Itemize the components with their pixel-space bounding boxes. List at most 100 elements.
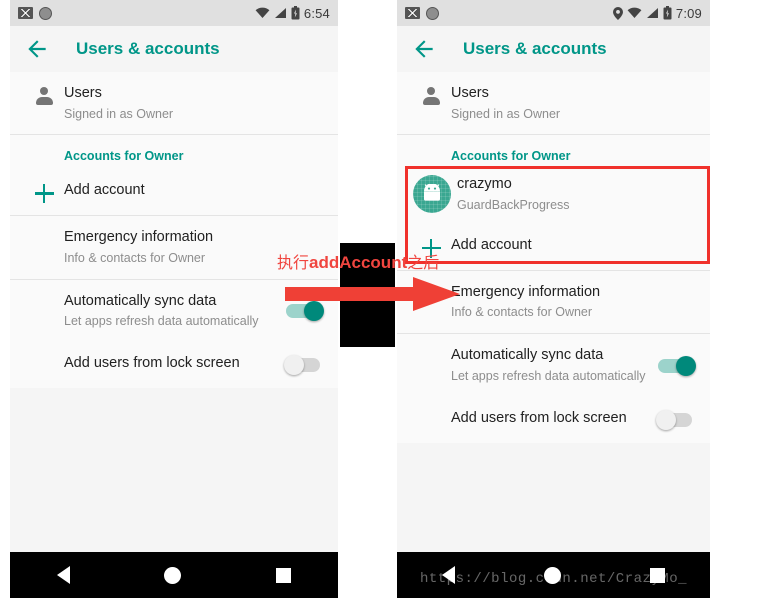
users-section: Users Signed in as Owner [10, 72, 338, 135]
list-item-title: Add account [64, 182, 145, 199]
plus-icon [34, 184, 54, 204]
account-type: GuardBackProgress [457, 198, 570, 212]
nav-back-icon[interactable] [441, 566, 455, 584]
status-bar-clock: 7:09 [675, 5, 702, 21]
users-section: Users Signed in as Owner [397, 72, 710, 135]
system-navigation-bar [10, 552, 338, 598]
battery-icon [291, 6, 300, 20]
status-bar-clock: 6:54 [303, 5, 330, 21]
row-text-slot: Users Signed in as Owner [64, 84, 324, 122]
nav-back-icon[interactable] [57, 566, 71, 584]
status-bar: 7:09 [397, 0, 710, 26]
accounts-section: Accounts for Owner Add account [10, 135, 338, 216]
app-bar: Users & accounts [10, 26, 338, 72]
wifi-icon [255, 7, 270, 18]
account-name: crazymo [457, 176, 512, 193]
row-text-slot: Automatically sync data Let apps refresh… [64, 292, 278, 330]
nav-recents-icon[interactable] [275, 567, 291, 583]
battery-icon [663, 6, 672, 20]
list-item-title: Users [451, 85, 489, 101]
status-bar: 6:54 [10, 0, 338, 26]
row-icon-slot [24, 292, 64, 295]
toggle-knob [284, 355, 304, 376]
section-header-accounts: Accounts for Owner [64, 149, 184, 164]
row-icon-slot [24, 354, 64, 357]
row-icon-slot [411, 346, 451, 349]
list-item-add-users-lock-screen[interactable]: Add users from lock screen [397, 397, 710, 443]
annotation-label: 执行addAccount之后 [277, 249, 439, 273]
row-icon-slot [413, 175, 453, 214]
circle-icon [426, 6, 439, 20]
list-item-add-account[interactable]: Add account [10, 169, 338, 215]
android-robot-avatar [413, 175, 451, 214]
row-text-slot: Add users from lock screen [451, 409, 650, 429]
list-item-subtitle: Info & contacts for Owner [451, 305, 593, 320]
toggle-add-users-lock-screen[interactable] [656, 409, 696, 431]
row-icon-slot [24, 228, 64, 231]
list-item-auto-sync[interactable]: Automatically sync data Let apps refresh… [397, 334, 710, 396]
accounts-section: Accounts for Owner crazymo GuardBackProg… [397, 135, 710, 270]
row-text-slot: crazymo GuardBackProgress [457, 175, 696, 213]
red-right-arrow-icon [285, 277, 460, 311]
wifi-icon [627, 7, 642, 18]
toggle-knob [656, 409, 676, 430]
row-icon-slot [411, 84, 451, 106]
row-text-slot: Users Signed in as Owner [451, 84, 696, 122]
circle-icon [39, 6, 52, 20]
system-navigation-bar [397, 552, 710, 598]
status-bar-right-icons: 6:54 [255, 6, 330, 21]
list-item-subtitle: Let apps refresh data automatically [64, 314, 259, 329]
row-icon-slot [24, 181, 64, 204]
list-item-add-users-lock-screen[interactable]: Add users from lock screen [10, 342, 338, 388]
row-text-slot: Add users from lock screen [64, 354, 278, 374]
list-item-title: Users [64, 85, 102, 101]
back-arrow-icon[interactable] [24, 36, 50, 62]
photo-icon [405, 7, 420, 19]
annotation-text-before: 执行 [277, 253, 310, 272]
toggle-add-users-lock-screen[interactable] [284, 354, 324, 376]
page-title: Users & accounts [76, 39, 220, 58]
list-item-users[interactable]: Users Signed in as Owner [10, 72, 338, 134]
row-icon-slot [411, 409, 451, 412]
status-bar-left-icons [18, 6, 52, 20]
back-arrow-icon[interactable] [411, 36, 437, 62]
signal-icon [274, 8, 286, 18]
row-text-slot: Add account [64, 181, 324, 201]
list-item-subtitle: Let apps refresh data automatically [451, 368, 646, 383]
location-icon [612, 6, 623, 20]
person-icon [422, 87, 440, 106]
signal-icon [646, 8, 658, 18]
toggle-auto-sync[interactable] [656, 355, 696, 377]
list-item-subtitle: Signed in as Owner [451, 106, 561, 121]
nav-recents-icon[interactable] [650, 567, 666, 583]
list-item-subtitle: Signed in as Owner [64, 106, 174, 121]
list-item-title: Add users from lock screen [451, 409, 627, 426]
page-title: Users & accounts [463, 39, 607, 58]
section-header-accounts: Accounts for Owner [451, 149, 571, 164]
sync-section: Automatically sync data Let apps refresh… [397, 334, 710, 443]
annotation-text-method: addAccount [309, 253, 408, 272]
list-item-title: Automatically sync data [451, 347, 604, 364]
list-item-account[interactable]: crazymo GuardBackProgress [397, 169, 710, 223]
app-bar: Users & accounts [397, 26, 710, 72]
android-robot-icon [424, 184, 440, 202]
list-item-users[interactable]: Users Signed in as Owner [397, 72, 710, 134]
list-item-title: Emergency information [64, 229, 214, 246]
photo-icon [18, 7, 33, 19]
list-item-add-account[interactable]: Add account [397, 224, 710, 270]
row-icon-slot [24, 84, 64, 106]
row-text-slot: Add account [451, 236, 696, 256]
list-item-title: Emergency information [451, 283, 601, 300]
status-bar-right-icons: 7:09 [612, 5, 702, 21]
list-item-title: Add account [451, 236, 532, 253]
toggle-knob [676, 355, 696, 376]
row-text-slot: Emergency information Info & contacts fo… [451, 283, 696, 321]
nav-home-icon[interactable] [543, 566, 561, 584]
row-text-slot: Automatically sync data Let apps refresh… [451, 346, 650, 384]
nav-home-icon[interactable] [164, 566, 182, 584]
list-item-title: Automatically sync data [64, 292, 217, 309]
annotation-text-after: 之后 [407, 253, 440, 272]
list-item-title: Add users from lock screen [64, 355, 240, 372]
status-bar-left-icons [405, 6, 439, 20]
person-icon [35, 87, 53, 106]
